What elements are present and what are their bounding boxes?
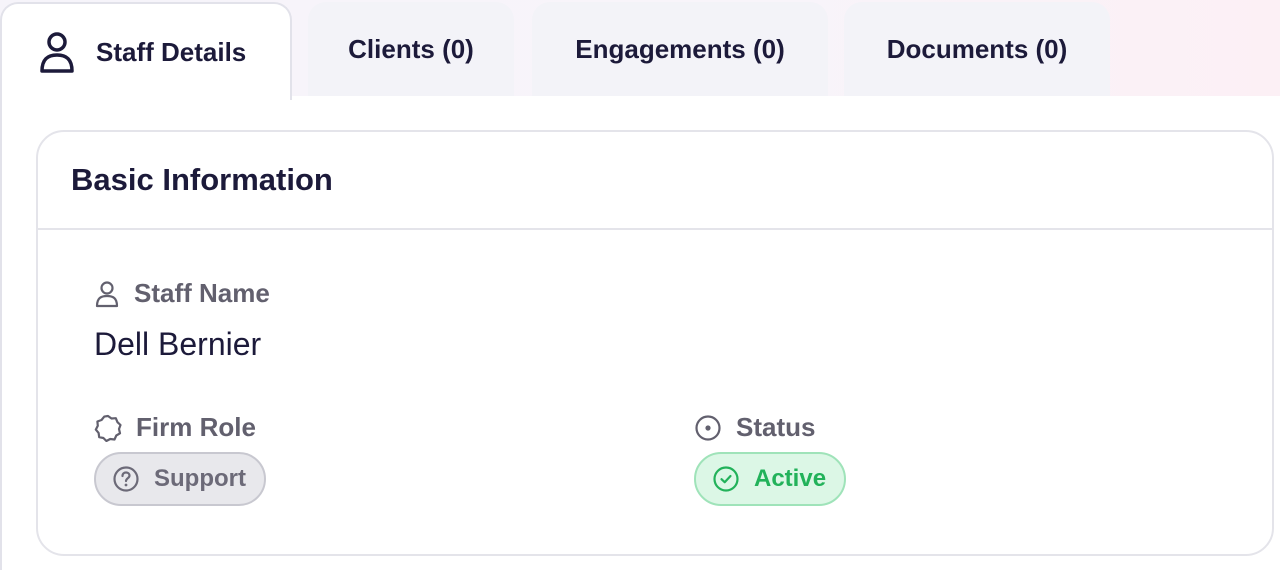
basic-information-card: Basic Information Staff Name Dell Bernie… <box>36 130 1274 556</box>
tab-bar: Staff Details Clients (0) Engagements (0… <box>0 0 1280 100</box>
dot-circle-icon <box>694 414 722 442</box>
firm-role-label-text: Firm Role <box>136 412 256 442</box>
status-badge: Active <box>694 452 847 506</box>
firm-role-label: Firm Role <box>94 412 256 443</box>
status-label-text: Status <box>736 412 816 442</box>
status-label: Status <box>694 412 815 443</box>
tab-engagements[interactable]: Engagements (0) <box>532 2 828 96</box>
tab-documents[interactable]: Documents (0) <box>844 2 1110 96</box>
question-circle-icon <box>112 465 140 493</box>
role-badge-text: Support <box>154 465 246 492</box>
staff-name-value: Dell Bernier <box>94 326 262 362</box>
user-icon <box>38 30 76 74</box>
tab-label: Engagements (0) <box>575 33 785 64</box>
check-circle-icon <box>712 465 740 493</box>
staff-name-label: Staff Name <box>94 278 270 309</box>
user-icon <box>94 280 120 308</box>
role-badge: Support <box>94 452 266 506</box>
tab-staff-details[interactable]: Staff Details <box>0 2 292 100</box>
card-title: Basic Information <box>38 132 1272 230</box>
status-badge-text: Active <box>754 465 827 492</box>
staff-name-label-text: Staff Name <box>134 278 270 308</box>
badge-outline-icon <box>94 414 122 442</box>
tab-clients[interactable]: Clients (0) <box>308 2 514 96</box>
tab-label: Clients (0) <box>348 33 474 64</box>
tab-label: Staff Details <box>96 36 247 67</box>
tab-label: Documents (0) <box>886 33 1068 64</box>
tab-panel: Basic Information Staff Name Dell Bernie… <box>0 96 1280 570</box>
